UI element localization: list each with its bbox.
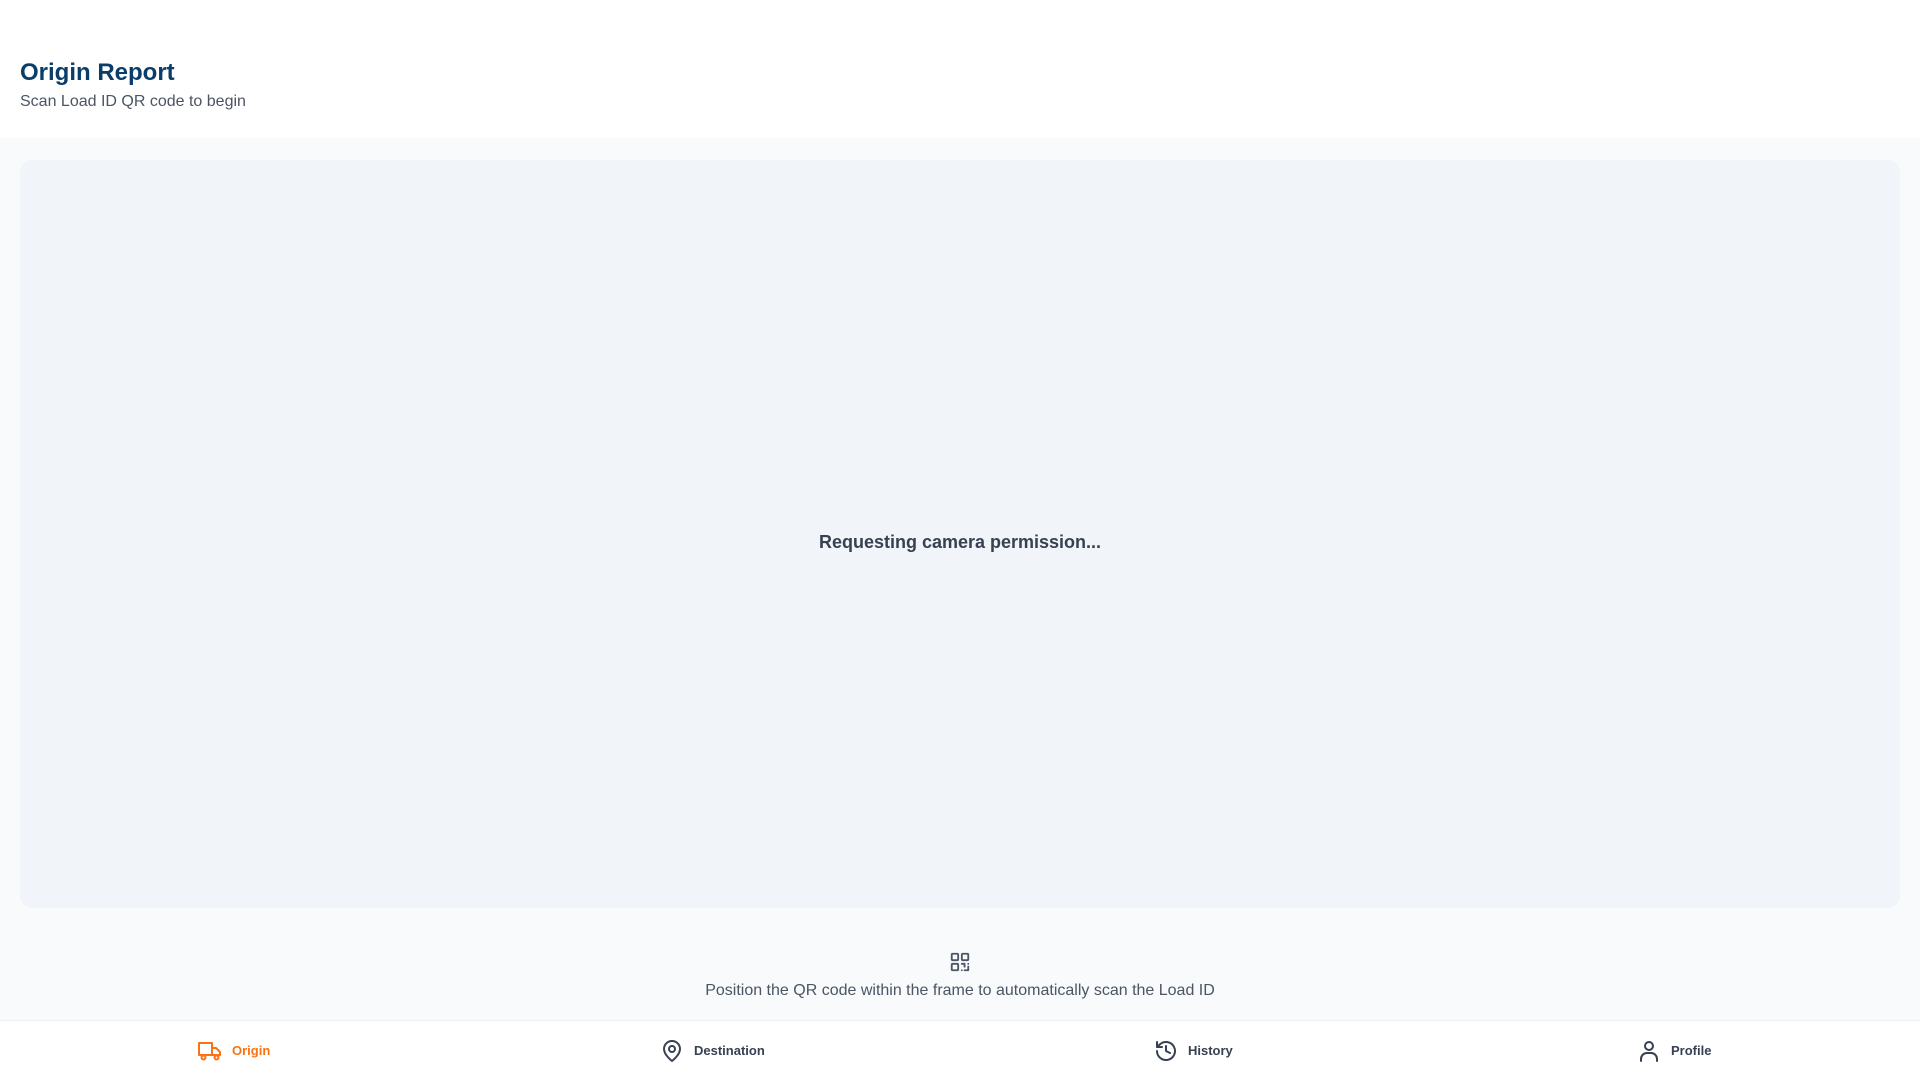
scan-hint-text: Position the QR code within the frame to… (705, 982, 1215, 999)
page-title: Origin Report (20, 59, 175, 86)
page-header: Origin Report Scan Load ID QR code to be… (0, 0, 1920, 138)
nav-label-profile: Profile (1671, 1043, 1712, 1058)
camera-status-text: Requesting camera permission... (818, 532, 1102, 552)
nav-label-history: History (1188, 1043, 1233, 1058)
map-pin-icon (663, 1040, 681, 1062)
nav-label-destination: Destination (694, 1043, 765, 1058)
qr-code-icon (950, 952, 970, 972)
user-icon (1640, 1041, 1658, 1062)
page-subtitle: Scan Load ID QR code to begin (20, 93, 246, 110)
nav-item-origin[interactable]: Origin (198, 1021, 270, 1080)
bottom-navigation: Origin Destination History Profile (0, 1020, 1920, 1080)
nav-item-profile[interactable]: Profile (1637, 1021, 1711, 1080)
history-icon (1156, 1041, 1176, 1061)
nav-item-destination[interactable]: Destination (660, 1021, 765, 1080)
nav-item-history[interactable]: History (1154, 1021, 1233, 1080)
nav-label-origin: Origin (232, 1043, 271, 1058)
truck-icon (198, 1042, 221, 1061)
app-root: Origin Report Scan Load ID QR code to be… (0, 0, 1920, 1080)
